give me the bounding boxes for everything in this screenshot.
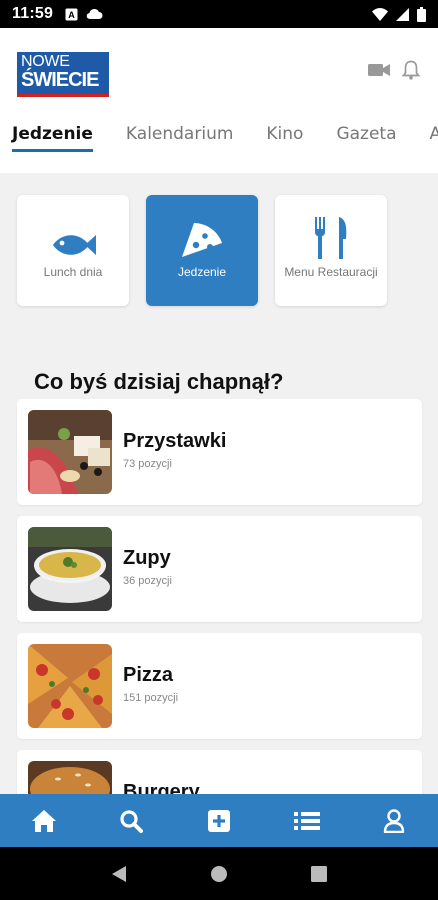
signal-icon [396,7,409,21]
list-item-przystawki[interactable]: Przystawki 73 pozycji [17,399,422,505]
home-icon [31,809,56,832]
user-icon [383,808,405,833]
system-navigation-bar [0,847,438,900]
utensils-icon [315,217,347,259]
list-item-zupy[interactable]: Zupy 36 pozycji [17,516,422,622]
wifi-icon [372,7,388,21]
search-icon [120,809,144,833]
nav-add-button[interactable] [199,801,239,841]
tab-au[interactable]: Au [430,124,438,152]
list-item-name: Przystawki [123,430,227,452]
status-bar: 11:59 A [0,0,438,28]
category-lunch-dnia[interactable]: Lunch dnia [17,195,129,306]
top-tabs: Jedzenie Kalendarium Kino Gazeta Au [12,124,438,152]
category-label: Menu Restauracji [284,265,378,279]
tab-kalendarium[interactable]: Kalendarium [126,124,233,152]
logo[interactable]: NOWE ŚWIECIE [17,52,109,97]
nav-list-button[interactable] [287,801,327,841]
battery-icon [417,6,426,22]
list-item-name: Pizza [123,664,174,686]
list-item-pizza[interactable]: Pizza 151 pozycji [17,633,422,739]
section-title: Co byś dzisiaj chapnął? [34,369,284,394]
fish-icon [53,235,96,255]
category-jedzenie[interactable]: Jedzenie [146,195,258,306]
logo-line2: ŚWIECIE [21,69,99,91]
nav-search-button[interactable] [111,801,151,841]
bottom-navigation [0,794,438,847]
status-time: 11:59 [12,5,54,22]
app-header: NOWE ŚWIECIE Jedzenie Kalendarium Kino G… [0,28,438,173]
category-cards: Lunch dnia Jedzenie Menu Restauracji [17,195,387,306]
pizza-thumbnail [28,644,112,728]
notification-a-icon: A [65,8,78,20]
bell-icon[interactable] [402,60,420,80]
category-label: Jedzenie [177,265,227,279]
pizza-slice-icon [182,223,222,257]
video-camera-icon[interactable] [368,62,392,78]
list-item-name: Zupy [123,547,171,569]
przystawki-thumbnail [28,410,112,494]
plus-square-icon [207,809,230,832]
tab-jedzenie[interactable]: Jedzenie [12,124,93,152]
recents-icon[interactable] [310,865,327,882]
back-icon[interactable] [111,865,127,883]
list-icon [293,811,320,830]
list-item-count: 151 pozycji [123,692,179,704]
tab-kino[interactable]: Kino [266,124,303,152]
nav-home-button[interactable] [24,801,64,841]
tab-gazeta[interactable]: Gazeta [336,124,396,152]
home-circle-icon[interactable] [210,865,228,883]
svg-text:A: A [68,10,75,20]
zupy-thumbnail [28,527,112,611]
logo-line1: NOWE [21,53,70,70]
category-menu-restauracji[interactable]: Menu Restauracji [275,195,387,306]
category-label: Lunch dnia [43,265,103,279]
list-item-count: 73 pozycji [123,458,172,470]
nav-profile-button[interactable] [374,801,414,841]
cloud-icon [86,8,103,20]
list-item-count: 36 pozycji [123,575,172,587]
